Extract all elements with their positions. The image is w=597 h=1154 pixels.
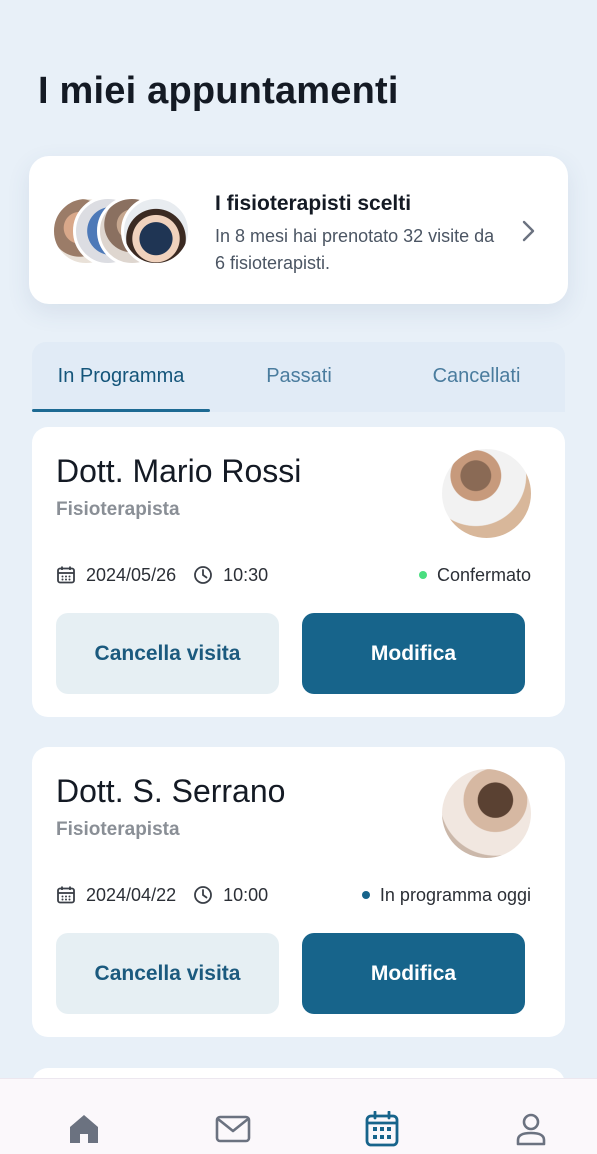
tab-passati[interactable]: Passati (210, 342, 388, 412)
calendar-icon (365, 1111, 399, 1147)
appointment-date: 2024/04/22 (86, 884, 177, 905)
nav-home[interactable] (66, 1109, 102, 1149)
calendar-icon (57, 566, 75, 584)
mail-icon (215, 1115, 251, 1143)
chosen-physios-card[interactable]: I fisioterapisti scelti In 8 mesi hai pr… (29, 156, 568, 304)
edit-button[interactable]: Modifica (302, 933, 525, 1014)
appointment-date: 2024/05/26 (86, 564, 177, 585)
status-badge: In programma oggi (361, 883, 531, 907)
chevron-right-icon[interactable] (518, 218, 538, 244)
cancel-visit-button[interactable]: Cancella visita (56, 933, 279, 1014)
user-icon (516, 1113, 546, 1146)
avatar (121, 196, 191, 266)
page-title: I miei appuntamenti (38, 70, 399, 112)
clock-icon (194, 566, 212, 584)
summary-text: In 8 mesi hai prenotato 32 visite da 6 f… (215, 226, 495, 273)
nav-appointments[interactable] (364, 1109, 400, 1149)
status-dot (418, 571, 427, 579)
status-badge: Confermato (418, 563, 531, 587)
nav-messages[interactable] (215, 1109, 251, 1149)
doctor-name: Dott. S. Serrano (56, 773, 286, 809)
doctor-avatar (442, 449, 531, 538)
clock-icon (194, 886, 212, 904)
physio-avatar-stack (51, 196, 196, 266)
summary-title: I fisioterapisti scelti (215, 192, 412, 215)
home-icon (70, 1115, 98, 1143)
appointment-datetime: 2024/04/22 10:00 (56, 883, 268, 907)
status-label: In programma oggi (379, 884, 531, 905)
nav-profile[interactable] (513, 1109, 549, 1149)
appointment-card: Dott. Mario Rossi Fisioterapista 2024/05… (32, 427, 565, 717)
tab-in-programma[interactable]: In Programma (32, 342, 210, 412)
calendar-icon (57, 886, 75, 904)
appointment-time: 10:30 (223, 564, 269, 585)
appointment-time: 10:00 (223, 884, 269, 905)
status-dot (361, 891, 370, 899)
tab-cancellati[interactable]: Cancellati (388, 342, 565, 412)
doctor-avatar (442, 769, 531, 858)
doctor-role: Fisioterapista (56, 819, 180, 840)
appointment-card: Dott. S. Serrano Fisioterapista 2024/04/… (32, 747, 565, 1037)
bottom-navigation (0, 1078, 597, 1154)
appointment-tabs: In Programma Passati Cancellati (32, 342, 565, 412)
doctor-name: Dott. Mario Rossi (56, 453, 302, 489)
cancel-visit-button[interactable]: Cancella visita (56, 613, 279, 694)
status-label: Confermato (436, 564, 531, 585)
edit-button[interactable]: Modifica (302, 613, 525, 694)
doctor-role: Fisioterapista (56, 499, 180, 520)
appointment-datetime: 2024/05/26 10:30 (56, 563, 268, 587)
